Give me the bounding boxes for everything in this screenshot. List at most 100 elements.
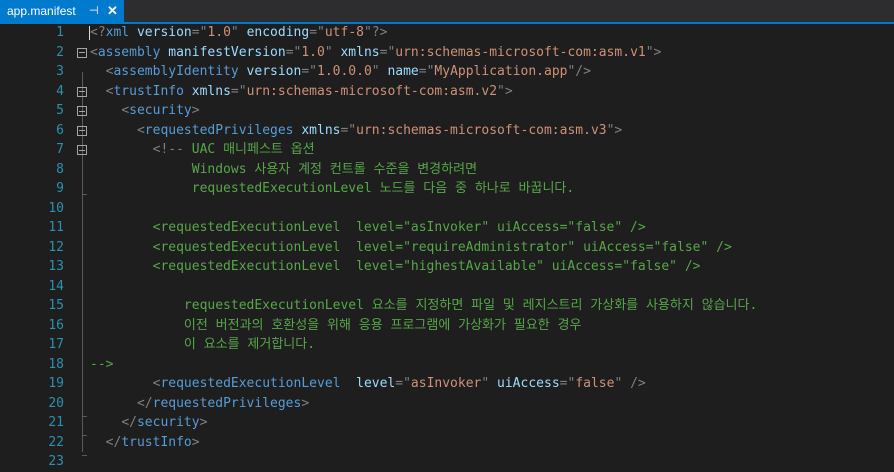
token: false bbox=[575, 376, 615, 391]
line-number: 22 bbox=[48, 434, 64, 450]
code-line[interactable]: 9 requestedExecutionLevel 노드를 다음 중 하나로 바… bbox=[0, 179, 894, 199]
line-number: 3 bbox=[56, 64, 64, 79]
code-line[interactable]: 16 이전 버전과의 호환성을 위해 응용 프로그램에 가상화가 필요한 경우 bbox=[0, 316, 894, 336]
pin-icon[interactable]: ⊣ bbox=[89, 0, 99, 22]
line-number: 14 bbox=[48, 278, 64, 294]
line-number: 9 bbox=[56, 181, 64, 196]
code-line[interactable]: 7 <!-- UAC 매니페스트 옵션 bbox=[0, 140, 894, 160]
token: =" bbox=[191, 25, 208, 40]
code-line[interactable]: 23 bbox=[0, 452, 894, 472]
code-line[interactable]: 10 bbox=[0, 199, 894, 219]
line-number: 4 bbox=[56, 83, 64, 99]
code-line[interactable]: 12 <requestedExecutionLevel level="requi… bbox=[0, 238, 894, 258]
code-editor[interactable]: 1 <?xml version="1.0" encoding="utf-8"?> 2… bbox=[0, 23, 894, 469]
code-line[interactable]: 8 Windows 사용자 계정 컨트롤 수준을 변경하려면 bbox=[0, 160, 894, 180]
code-text: <requestedExecutionLevel level="requireA… bbox=[90, 238, 732, 258]
code-text: <assembly manifestVersion="1.0" xmlns="u… bbox=[90, 43, 661, 63]
code-line[interactable]: 22 </trustInfo> bbox=[0, 433, 894, 453]
token: UAC 매니페스트 옵션 bbox=[183, 142, 315, 157]
token: encoding bbox=[246, 25, 310, 40]
token: > bbox=[199, 415, 208, 430]
code-text: 이전 버전과의 호환성을 위해 응용 프로그램에 가상화가 필요한 경우 bbox=[90, 316, 582, 336]
code-line[interactable]: 21 </security> bbox=[0, 413, 894, 433]
line-number: 21 bbox=[48, 415, 64, 430]
token: 1.0 bbox=[207, 25, 231, 40]
token: name bbox=[387, 64, 419, 79]
line-number: 8 bbox=[56, 161, 64, 177]
token: =" bbox=[309, 25, 325, 40]
code-line[interactable]: 4 <trustInfo xmlns="urn:schemas-microsof… bbox=[0, 82, 894, 102]
token: trustInfo bbox=[113, 83, 184, 99]
code-text: <requestedPrivileges xmlns="urn:schemas-… bbox=[90, 121, 622, 141]
code-line[interactable]: 13 <requestedExecutionLevel level="highe… bbox=[0, 257, 894, 277]
code-text: <requestedExecutionLevel level="asInvoke… bbox=[90, 374, 646, 394]
token: < bbox=[136, 122, 145, 138]
token: xmlns bbox=[340, 44, 380, 60]
token: urn:schemas-microsoft-com:asm.v2 bbox=[246, 83, 498, 99]
token: "> bbox=[497, 83, 513, 99]
code-text: </requestedPrivileges> bbox=[90, 394, 309, 414]
code-line[interactable]: 3 <assemblyIdentity version="1.0.0.0" na… bbox=[0, 62, 894, 82]
code-line[interactable]: 17 이 요소를 제거합니다. bbox=[0, 335, 894, 355]
token: > bbox=[191, 434, 200, 450]
token: requestedExecutionLevel 노드를 다음 중 하나로 바꿉니… bbox=[90, 181, 575, 196]
line-number: 7 bbox=[56, 142, 64, 157]
token: </ bbox=[105, 434, 122, 450]
code-line[interactable]: 18 --> bbox=[0, 355, 894, 375]
token: > bbox=[191, 103, 200, 118]
token: Windows 사용자 계정 컨트롤 수준을 변경하려면 bbox=[90, 161, 478, 177]
token: requestedExecutionLevel 요소를 지정하면 파일 및 레지… bbox=[90, 298, 758, 313]
code-text: <trustInfo xmlns="urn:schemas-microsoft-… bbox=[90, 82, 513, 102]
code-line[interactable]: 6 <requestedPrivileges xmlns="urn:schema… bbox=[0, 121, 894, 141]
code-line[interactable]: 14 bbox=[0, 277, 894, 297]
tab-title: app.manifest bbox=[7, 4, 76, 18]
code-line[interactable]: 1 <?xml version="1.0" encoding="utf-8"?> bbox=[0, 23, 894, 43]
token: requestedPrivileges bbox=[152, 395, 302, 411]
token: <!-- bbox=[152, 142, 184, 157]
code-line[interactable]: 5 <security> bbox=[0, 101, 894, 121]
code-text: requestedExecutionLevel 요소를 지정하면 파일 및 레지… bbox=[90, 296, 757, 316]
collapse-icon[interactable] bbox=[77, 106, 87, 116]
collapse-icon[interactable] bbox=[77, 47, 87, 58]
collapse-icon[interactable] bbox=[77, 145, 87, 155]
line-number: 16 bbox=[48, 317, 64, 333]
token: <requestedExecutionLevel level="asInvoke… bbox=[90, 220, 646, 235]
line-number: 10 bbox=[48, 200, 64, 216]
token: --> bbox=[90, 356, 114, 372]
code-line[interactable]: 15 requestedExecutionLevel 요소를 지정하면 파일 및… bbox=[0, 296, 894, 316]
token: < bbox=[121, 103, 130, 118]
code-text: <?xml version="1.0" encoding="utf-8"?> bbox=[90, 23, 387, 43]
token: xmlns bbox=[301, 122, 341, 138]
tab-app-manifest[interactable]: app.manifest ⊣ ✕ bbox=[0, 0, 124, 22]
line-number: 6 bbox=[56, 122, 64, 138]
code-text: 이 요소를 제거합니다. bbox=[90, 335, 315, 355]
line-number: 17 bbox=[48, 337, 64, 352]
collapse-icon[interactable] bbox=[77, 86, 87, 97]
token: version bbox=[136, 25, 192, 40]
token: < bbox=[90, 44, 98, 60]
token: utf-8 bbox=[324, 25, 364, 40]
close-icon[interactable]: ✕ bbox=[107, 0, 118, 22]
token: </ bbox=[121, 415, 137, 430]
collapse-icon[interactable] bbox=[77, 125, 87, 136]
token: " bbox=[230, 25, 239, 40]
code-text: </trustInfo> bbox=[90, 433, 200, 453]
token: uiAccess bbox=[497, 376, 560, 391]
line-number: 5 bbox=[56, 103, 64, 118]
code-text: <security> bbox=[90, 101, 200, 121]
code-line[interactable]: 11 <requestedExecutionLevel level="asInv… bbox=[0, 218, 894, 238]
code-line[interactable]: 20 </requestedPrivileges> bbox=[0, 394, 894, 414]
code-line[interactable]: 19 <requestedExecutionLevel level="asInv… bbox=[0, 374, 894, 394]
line-number: 23 bbox=[48, 454, 64, 469]
token: urn:schemas-microsoft-com:asm.v3 bbox=[356, 122, 607, 138]
code-line[interactable]: 2 <assembly manifestVersion="1.0" xmlns="… bbox=[0, 43, 894, 63]
token: assemblyIdentity bbox=[113, 64, 239, 79]
